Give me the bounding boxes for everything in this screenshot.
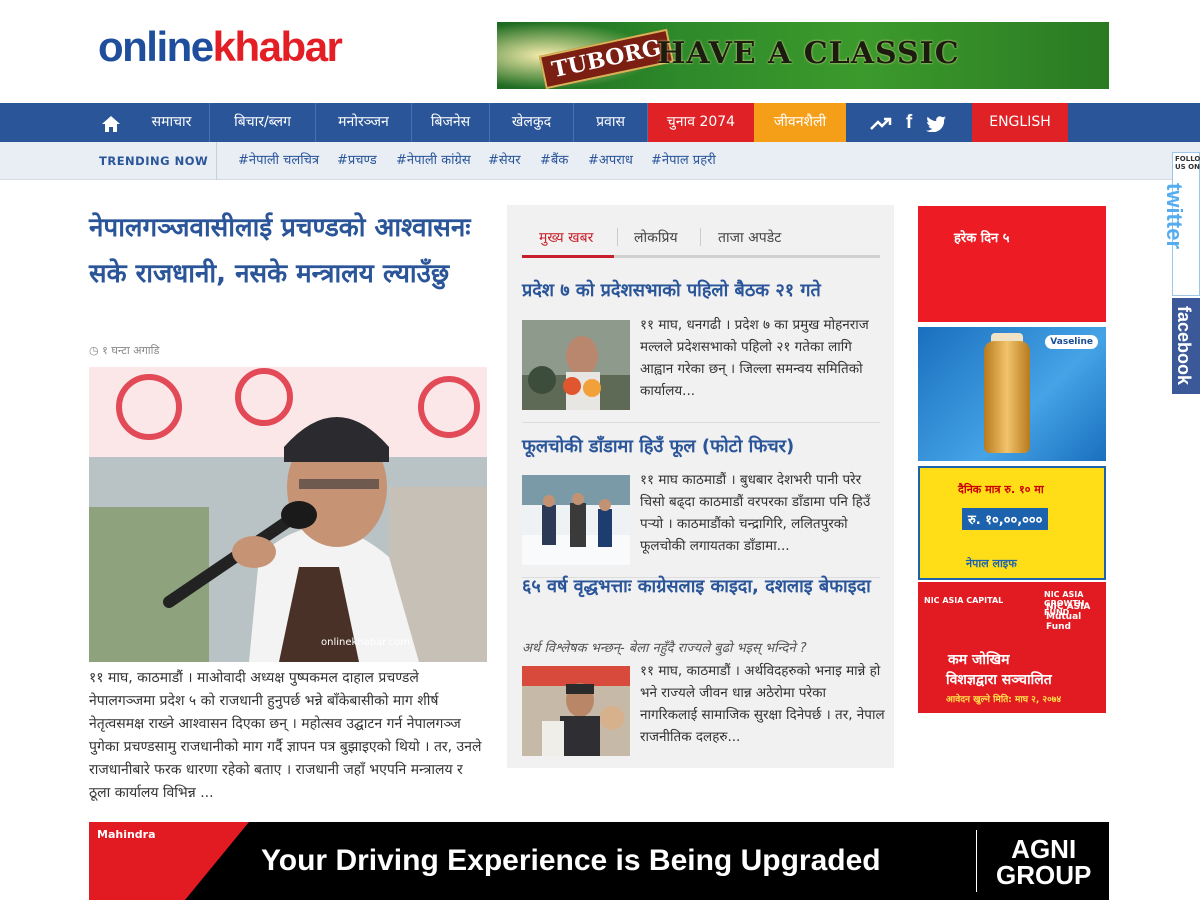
trending-label: TRENDING NOW xyxy=(99,154,209,168)
nav-item-sports[interactable]: खेलकुद xyxy=(490,103,574,142)
ad-tagline: HAVE A CLASSIC xyxy=(657,36,960,71)
top-banner-ad[interactable]: TUBORG HAVE A CLASSIC xyxy=(497,22,1109,89)
nav-item-opinion-blog[interactable]: बिचार/ब्लग xyxy=(210,103,316,142)
ad-red-text: हरेक दिन ५ xyxy=(954,231,1010,246)
tab-main-news[interactable]: मुख्य खबर xyxy=(539,228,593,247)
lead-story-time: ◷ १ घन्टा अगाडि xyxy=(89,343,159,358)
agni-line1: AGNI xyxy=(1011,834,1077,864)
ad-life-brand: नेपाल लाइफ xyxy=(966,557,1017,570)
story-title[interactable]: फूलचोकी डाँडामा हिउँ फूल (फोटो फिचर) xyxy=(522,432,880,462)
nav-item-lifestyle[interactable]: जीवनशैली xyxy=(754,103,846,142)
tab-divider xyxy=(617,228,618,246)
facebook-icon[interactable]: f xyxy=(898,103,920,142)
trending-tag[interactable]: #सेयर xyxy=(488,142,521,180)
mahindra-logo: Mahindra xyxy=(97,828,156,841)
image-watermark: onlinekhabar.com xyxy=(321,637,410,648)
agni-group-logo: AGNI GROUP xyxy=(996,836,1091,888)
nav-item-business[interactable]: बिजनेस xyxy=(412,103,490,142)
bottom-banner-ad[interactable]: Mahindra Your Driving Experience is Bein… xyxy=(89,822,1109,900)
agni-line2: GROUP xyxy=(996,860,1092,890)
ad-nic-slogan: कम जोखिम xyxy=(948,652,1010,668)
tab-divider xyxy=(700,228,701,246)
trending-divider xyxy=(205,142,217,180)
nav-item-diaspora[interactable]: प्रवास xyxy=(574,103,648,142)
story-title[interactable]: प्रदेश ७ को प्रदेशसभाको पहिलो बैठक २१ गत… xyxy=(522,276,880,306)
clock-icon: ◷ xyxy=(89,344,99,357)
home-icon[interactable] xyxy=(92,103,130,142)
tab-latest-update[interactable]: ताजा अपडेट xyxy=(718,228,781,247)
twitter-follow-button[interactable]: FOLLOW US ON twitter xyxy=(1162,152,1200,296)
trending-tag[interactable]: #नेपाल प्रहरी xyxy=(651,142,716,180)
trending-tag[interactable]: #बैंक xyxy=(540,142,568,180)
facebook-follow-button[interactable]: facebook xyxy=(1172,298,1200,394)
story-excerpt: ११ माघ, काठमाडौं । अर्थविदहरुको भनाइ मान… xyxy=(640,663,885,745)
ad-life-amount: रु. १०,००,००० xyxy=(962,508,1049,530)
story-subtitle: अर्थ विश्लेषक भन्छन्- बेला नहुँदै राज्यल… xyxy=(522,641,807,656)
lead-story-time-text: १ घन्टा अगाडि xyxy=(102,344,160,357)
nav-item-entertainment[interactable]: मनोरञ्जन xyxy=(316,103,412,142)
trending-tag[interactable]: #नेपाली चलचित्र xyxy=(238,142,319,180)
sidebar-ad-nic-asia[interactable]: NIC ASIA CAPITAL NIC ASIA GROWTH FUND NI… xyxy=(918,582,1106,713)
twitter-wordmark: twitter xyxy=(1162,183,1187,249)
trending-icon[interactable] xyxy=(866,103,896,142)
lead-story-image[interactable]: onlinekhabar.com xyxy=(89,367,487,662)
nav-item-news[interactable]: समाचार xyxy=(134,103,210,142)
bottom-ad-tagline: Your Driving Experience is Being Upgrade… xyxy=(261,844,881,877)
follow-label: FOLLOW US ON xyxy=(1175,155,1200,171)
lead-story-title[interactable]: नेपालगञ्जवासीलाई प्रचण्डको आश्वासनः सके … xyxy=(89,205,479,297)
tab-popular[interactable]: लोकप्रिय xyxy=(634,228,678,247)
trending-tag[interactable]: #प्रचण्ड xyxy=(337,142,377,180)
story-separator xyxy=(522,422,880,423)
lead-story-excerpt: ११ माघ, काठमाडौं । माओवादी अध्यक्ष पुष्प… xyxy=(89,670,482,801)
site-logo[interactable]: onlinekhabar xyxy=(98,23,343,70)
ad-nic-slogan: विशज्ञद्वारा सञ्चालित xyxy=(946,672,1052,688)
social-follow-widget: FOLLOW US ON twitter facebook xyxy=(1162,152,1200,394)
vaseline-logo: Vaseline xyxy=(1045,335,1098,349)
trending-tag[interactable]: #अपराध xyxy=(588,142,633,180)
logo-part-online: online xyxy=(98,23,214,70)
trending-tag[interactable]: #नेपाली कांग्रेस xyxy=(396,142,471,180)
twitter-icon[interactable] xyxy=(922,103,950,142)
ad-nic-deadline: आवेदन खुल्ने मिति: माघ २, २०७४ xyxy=(946,695,1062,705)
ad-nic-capital: NIC ASIA CAPITAL xyxy=(924,596,1004,605)
ad-divider xyxy=(976,830,977,892)
lotion-bottle-graphic xyxy=(984,341,1030,453)
story-thumbnail[interactable] xyxy=(522,666,630,756)
sidebar-ad-vaseline[interactable]: Vaseline xyxy=(918,327,1106,461)
story-thumbnail[interactable] xyxy=(522,320,630,410)
story-thumbnail[interactable] xyxy=(522,475,630,565)
story-excerpt: ११ माघ काठमाडौं । बुधबार देशभरी पानी परे… xyxy=(640,472,871,554)
nav-item-english[interactable]: ENGLISH xyxy=(972,103,1068,142)
sidebar-ad-nepal-life[interactable]: दैनिक मात्र रु. १० मा रु. १०,००,००० नेपा… xyxy=(918,466,1106,580)
tab-active-indicator xyxy=(522,255,614,258)
logo-part-khabar: khabar xyxy=(212,23,343,70)
sidebar-ad-red[interactable]: हरेक दिन ५ xyxy=(918,206,1106,322)
story-excerpt: ११ माघ, धनगढी । प्रदेश ७ का प्रमुख मोहनर… xyxy=(640,317,869,399)
main-nav: समाचार बिचार/ब्लग मनोरञ्जन बिजनेस खेलकुद… xyxy=(0,103,1200,142)
ad-nic-fund-name: NIC ASIA Mutual Fund xyxy=(1046,602,1091,632)
trending-bar: TRENDING NOW #नेपाली चलचित्र #प्रचण्ड #न… xyxy=(0,142,1200,180)
ad-life-daily: दैनिक मात्र रु. १० मा xyxy=(958,483,1044,496)
nav-item-election-2074[interactable]: चुनाव 2074 xyxy=(648,103,754,142)
story-title[interactable]: ६५ वर्ष वृद्धभत्ताः काग्रेसलाइ काइदा, दश… xyxy=(522,572,880,602)
facebook-wordmark: facebook xyxy=(1174,306,1194,386)
